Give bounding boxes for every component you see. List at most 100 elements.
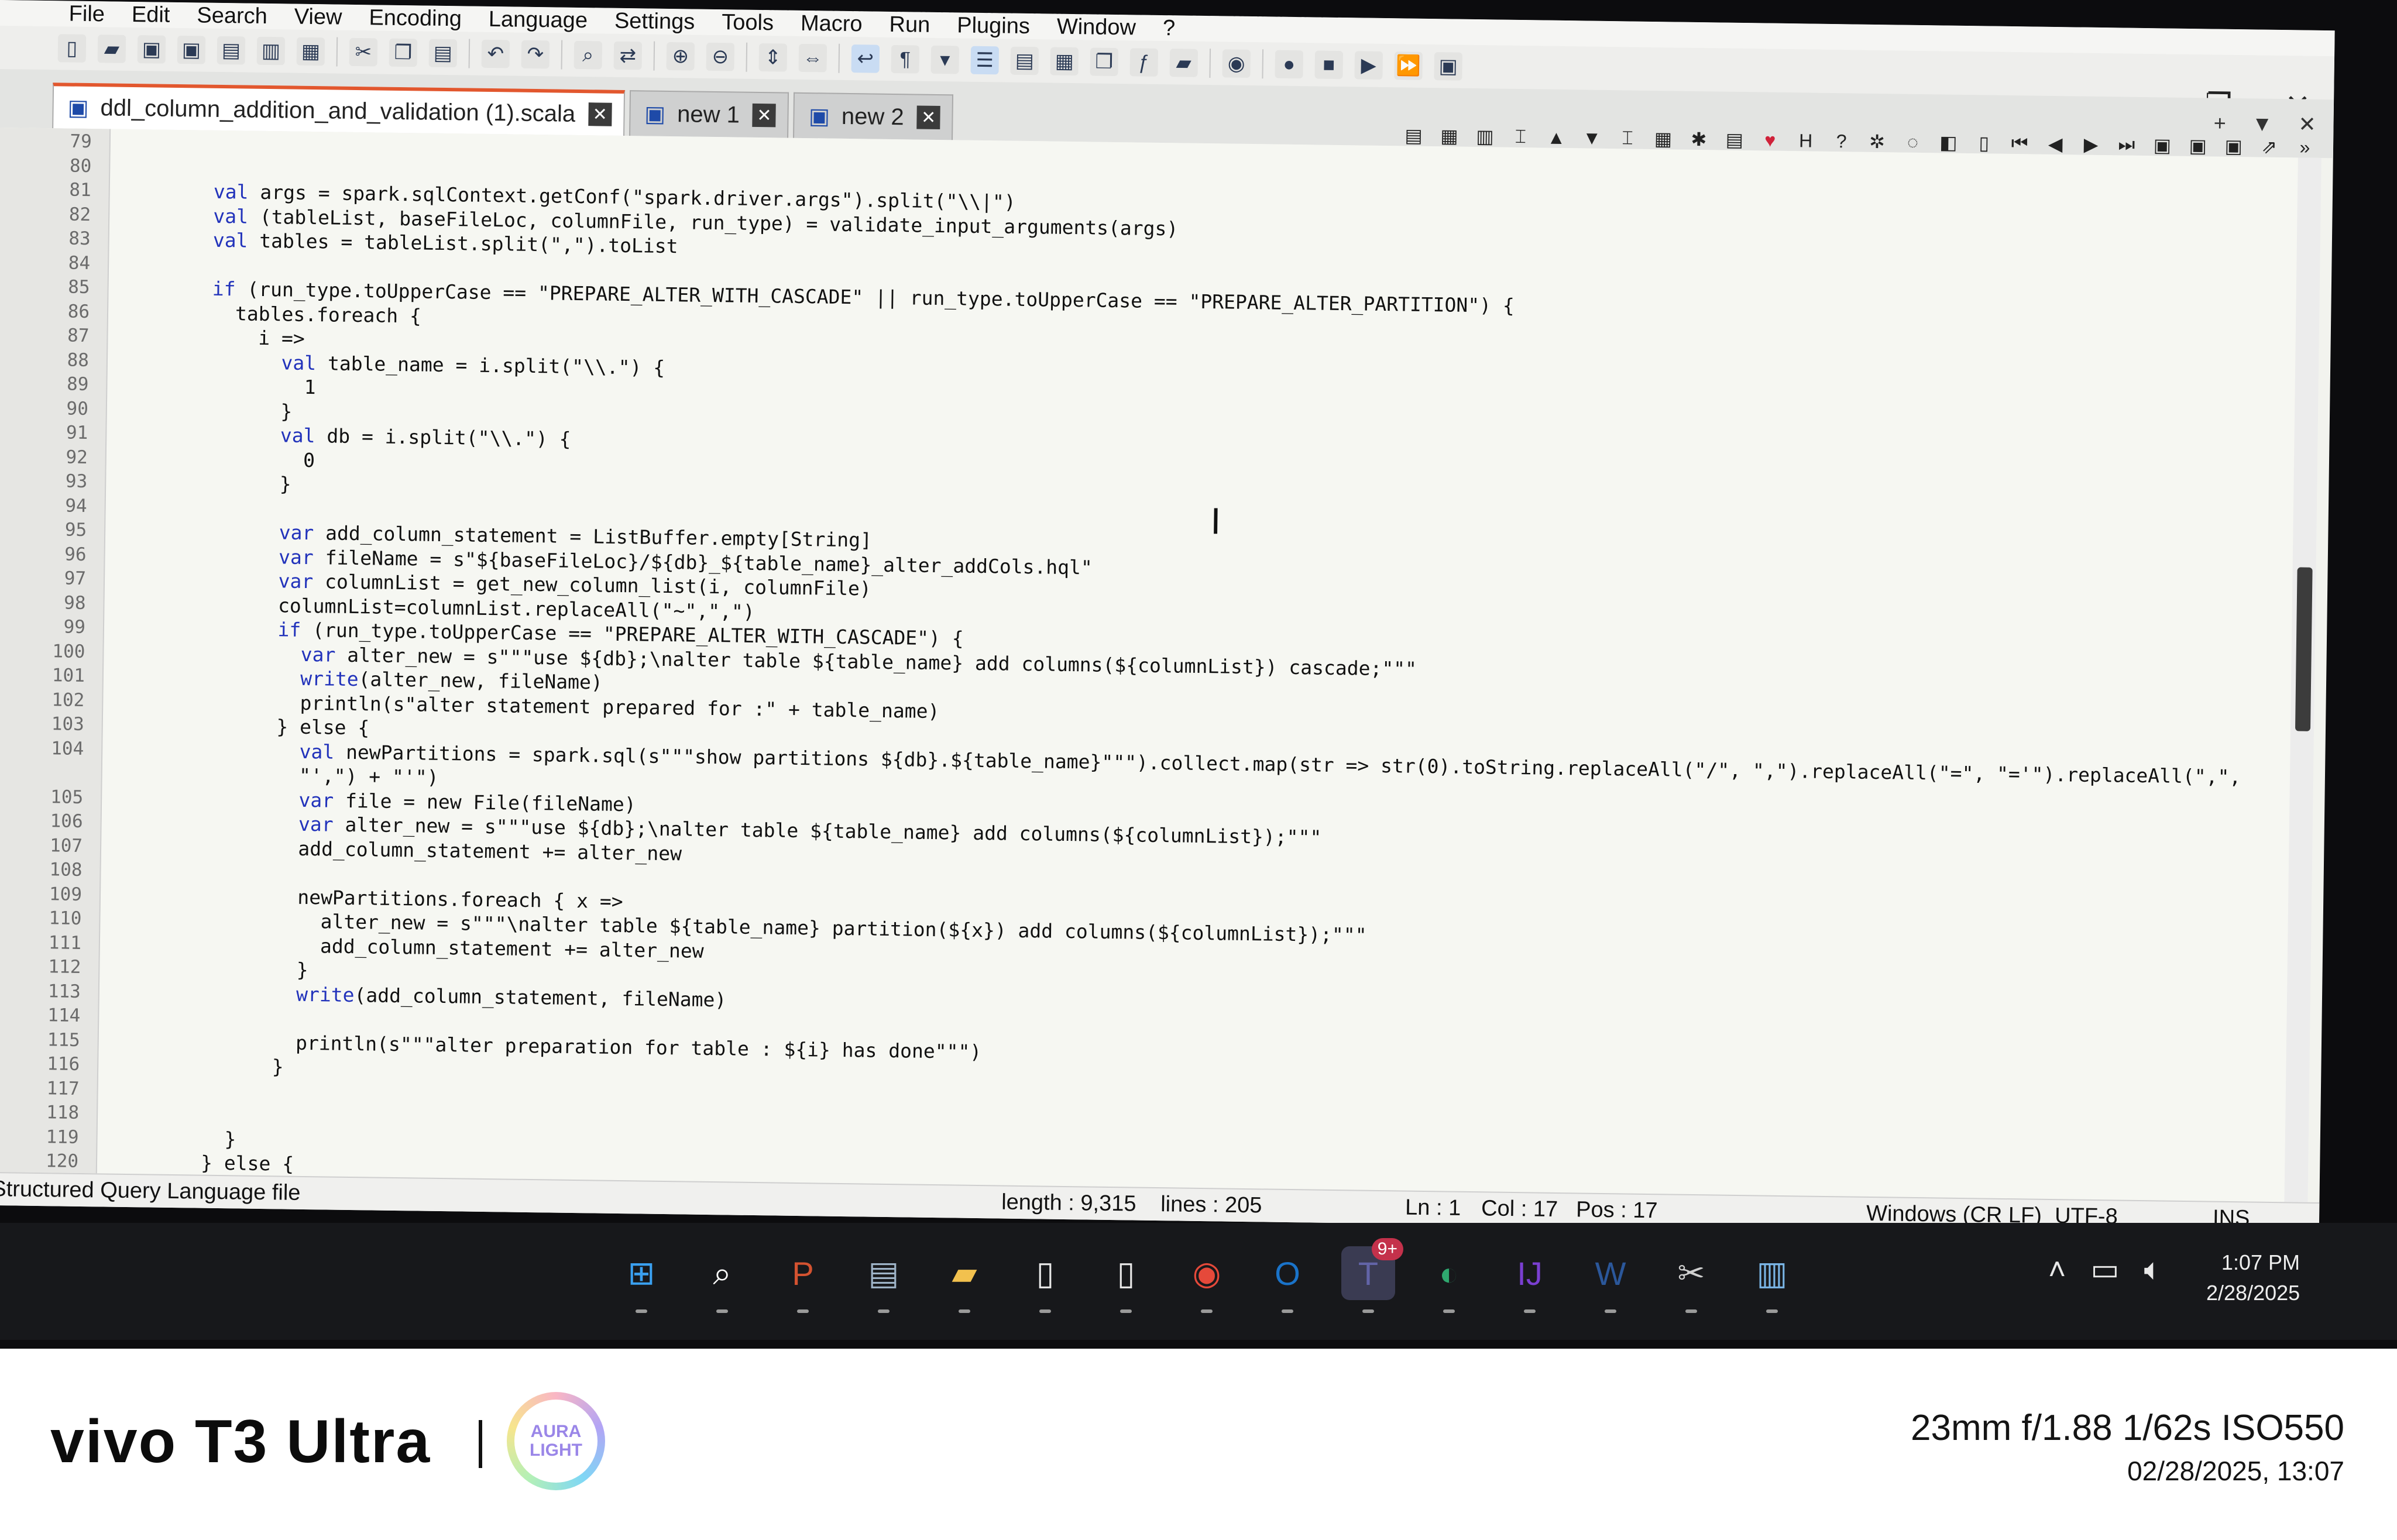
menu-item-settings[interactable]: Settings	[614, 8, 695, 35]
code-editor[interactable]: 79 80 81 82 83 84 85 86 87 88 89 90 91 92 93 94 95 96 97 98…	[0, 127, 2322, 1202]
close-file-icon[interactable]: ▤	[217, 36, 246, 65]
notepad-plus-icon[interactable]: ▥	[1745, 1246, 1799, 1313]
plugin-tool-icon[interactable]: ⌶	[1616, 127, 1638, 149]
menu-item-tools[interactable]: Tools	[722, 10, 774, 36]
menu-item-help[interactable]: ?	[1163, 16, 1176, 41]
menu-item-encoding[interactable]: Encoding	[369, 5, 462, 32]
close-tab-icon[interactable]: ✕	[588, 102, 612, 126]
file-icon[interactable]: ▤	[857, 1246, 911, 1313]
sync-horizontal-icon[interactable]: ⇔	[798, 43, 827, 73]
plugin-tool-icon[interactable]: ▦	[1438, 125, 1460, 147]
menu-item-search[interactable]: Search	[197, 3, 267, 29]
sync-vertical-icon[interactable]: ⇕	[758, 43, 788, 72]
run-macro-multiple-icon[interactable]: ⏩	[1394, 51, 1423, 80]
chrome-icon[interactable]: ◉	[1180, 1246, 1234, 1313]
first-icon[interactable]: ⏮	[2009, 132, 2031, 154]
user-defined-language-icon[interactable]: ▤	[1010, 46, 1039, 75]
system-clock[interactable]: 1:07 PM 2/28/2025	[2206, 1247, 2300, 1308]
volume-icon[interactable]: 🔈︎	[2144, 1252, 2162, 1288]
plugin-tool-icon[interactable]: ▤	[1403, 124, 1424, 146]
menu-item-run[interactable]: Run	[889, 12, 930, 37]
file-explorer-icon[interactable]: ▰	[937, 1246, 991, 1313]
tab-ddl-column-addition[interactable]: ▣ ddl_column_addition_and_validation (1)…	[52, 82, 625, 136]
plugin-tool-icon[interactable]: ◌	[1902, 131, 1924, 153]
monitoring-icon[interactable]: ◉	[1222, 49, 1251, 78]
arrow-down-icon[interactable]: ▼	[1581, 127, 1603, 149]
zoom-in-icon[interactable]: ⊕	[666, 42, 695, 71]
indent-guide-icon[interactable]: ☰	[970, 46, 1000, 75]
plugin-tool-icon[interactable]: ▤	[1723, 129, 1745, 151]
close-all-icon[interactable]: ▥	[256, 36, 286, 66]
plugin-tool-icon[interactable]: ▦	[1652, 128, 1674, 150]
arrow-up-icon[interactable]: ▲	[1546, 126, 1567, 148]
undo-icon[interactable]: ↶	[481, 39, 510, 68]
plugin-tool-icon[interactable]: ▣	[2187, 135, 2209, 157]
intellij-icon[interactable]: IJ	[1503, 1246, 1557, 1313]
save-icon[interactable]: ▣	[137, 35, 166, 64]
plugin-tool-icon[interactable]: ✲	[1866, 130, 1888, 153]
search-icon[interactable]: ⌕	[695, 1246, 749, 1313]
plugin-tool-icon[interactable]: ⇗	[2258, 136, 2280, 158]
plugin-tool-icon[interactable]: ◧	[1938, 131, 1959, 153]
show-all-characters-icon[interactable]: ¶	[891, 44, 920, 74]
function-list-icon[interactable]: ƒ	[1129, 48, 1159, 77]
powerpoint-icon[interactable]: P	[776, 1246, 830, 1313]
plugin-tool-icon[interactable]: H	[1795, 130, 1816, 152]
word-icon[interactable]: W	[1584, 1246, 1637, 1313]
vertical-scrollbar[interactable]	[2284, 157, 2322, 1202]
paste-icon[interactable]: ▤	[428, 39, 458, 68]
stop-recording-icon[interactable]: ■	[1314, 50, 1344, 80]
tab-new-2[interactable]: ▣ new 2 ✕	[793, 92, 954, 140]
document-list-icon[interactable]: ❐	[1090, 47, 1119, 77]
tab-new-1[interactable]: ▣ new 1 ✕	[629, 90, 789, 138]
notepad-icon[interactable]: ▯	[1018, 1246, 1072, 1313]
new-file-icon[interactable]: ▯	[57, 34, 87, 63]
plugin-tool-icon[interactable]: ✱	[1688, 128, 1709, 150]
copy-icon[interactable]: ❐	[389, 38, 418, 67]
teams-icon[interactable]: T 9+	[1341, 1238, 1403, 1313]
more-tools-icon[interactable]: »	[2294, 136, 2316, 158]
zoom-out-icon[interactable]: ⊖	[706, 42, 735, 71]
plugin-tool-icon[interactable]: ▣	[2223, 135, 2244, 157]
dropdown-arrow-icon[interactable]: ▾	[930, 45, 960, 74]
plugin-tool-icon[interactable]: ▣	[2151, 134, 2173, 156]
record-macro-icon[interactable]: ●	[1275, 50, 1304, 79]
menu-item-plugins[interactable]: Plugins	[957, 13, 1030, 39]
plugin-tool-icon[interactable]: ?	[1831, 130, 1852, 152]
close-tab-icon[interactable]: ✕	[916, 105, 940, 130]
playback-macro-icon[interactable]: ▶	[1354, 51, 1383, 80]
notepad-icon-2[interactable]: ▯	[1099, 1246, 1153, 1313]
cut-icon[interactable]: ✂	[349, 37, 378, 67]
last-icon[interactable]: ⏭	[2116, 133, 2137, 156]
menu-item-language[interactable]: Language	[489, 6, 588, 33]
plugin-tool-icon[interactable]: ▥	[1474, 125, 1496, 147]
network-icon[interactable]: ▭	[2090, 1252, 2119, 1288]
chevron-up-icon[interactable]: ˄	[2048, 1252, 2066, 1288]
plugin-tool-icon[interactable]: ▯	[1973, 132, 1995, 154]
next-icon[interactable]: ▶	[2080, 133, 2101, 156]
outlook-icon[interactable]: O	[1261, 1246, 1314, 1313]
replace-icon[interactable]: ⇄	[613, 41, 643, 70]
heart-icon[interactable]: ♥	[1759, 129, 1781, 151]
plugin-tool-icon[interactable]: ⌶	[1510, 126, 1531, 148]
menu-item-file[interactable]: File	[68, 1, 105, 27]
document-map-icon[interactable]: ▦	[1050, 47, 1079, 76]
save-macro-icon[interactable]: ▣	[1434, 52, 1463, 81]
snipping-tool-icon[interactable]: ✂	[1664, 1246, 1718, 1313]
redo-icon[interactable]: ↷	[521, 40, 550, 69]
windows-start-icon[interactable]: ⊞	[614, 1246, 668, 1313]
save-all-icon[interactable]: ▣	[177, 35, 206, 64]
folder-as-workspace-icon[interactable]: ▰	[1169, 49, 1198, 77]
open-file-icon[interactable]: ▰	[97, 35, 126, 63]
menu-item-view[interactable]: View	[294, 4, 342, 30]
menu-item-window[interactable]: Window	[1057, 14, 1136, 40]
previous-icon[interactable]: ◀	[2044, 133, 2066, 155]
menu-item-macro[interactable]: Macro	[801, 11, 863, 36]
print-icon[interactable]: ▦	[296, 37, 325, 66]
scrollbar-thumb[interactable]	[2295, 567, 2313, 731]
close-tab-icon[interactable]: ✕	[752, 103, 777, 128]
menu-item-edit[interactable]: Edit	[132, 2, 170, 28]
edge-icon[interactable]: ◐	[1422, 1246, 1476, 1313]
word-wrap-icon[interactable]: ↩	[851, 44, 880, 73]
find-icon[interactable]: ⌕	[574, 40, 603, 70]
